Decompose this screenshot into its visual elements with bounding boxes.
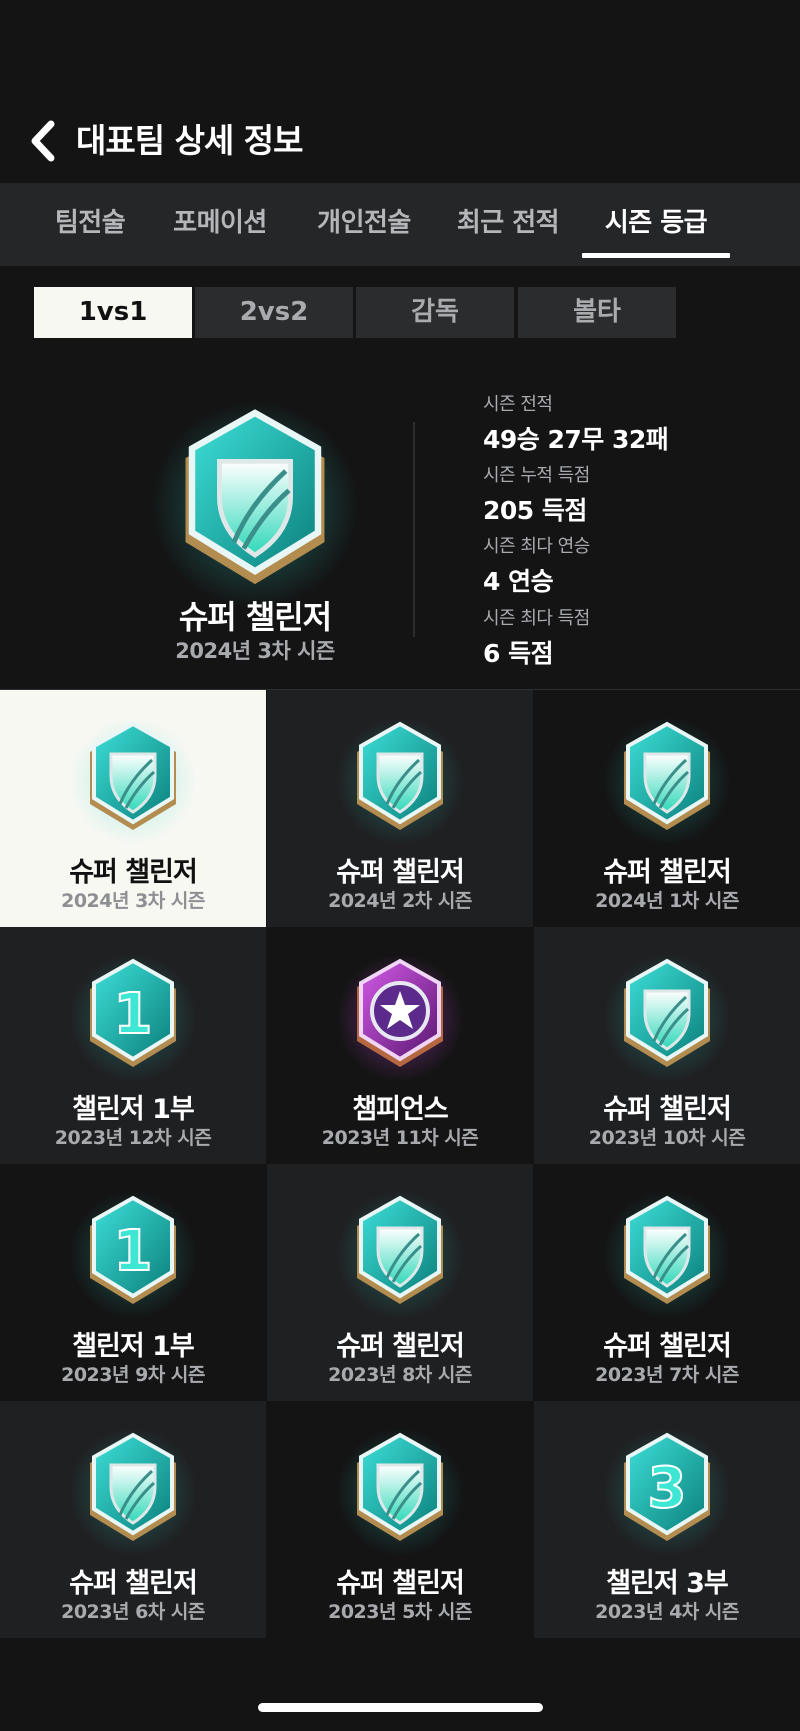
subtab-1vs1[interactable]: 1vs1 xyxy=(34,287,192,338)
stat-goals-label: 시즌 누적 득점 xyxy=(483,465,590,486)
challenger-badge-icon: 1 xyxy=(69,1191,197,1319)
card-season-label: 2023년 11차 시즌 xyxy=(321,1127,479,1149)
card-season-label: 2024년 1차 시즌 xyxy=(595,890,739,912)
current-rank-name: 슈퍼 챌린저 xyxy=(178,598,332,636)
season-history-card[interactable]: 슈퍼 챌린저 2024년 2차 시즌 xyxy=(267,690,533,927)
card-rank-name: 슈퍼 챌린저 xyxy=(603,857,732,888)
super-challenger-badge-icon xyxy=(603,1191,731,1319)
stat-record-value: 49승 27무 32패 xyxy=(483,425,669,454)
season-history-card[interactable]: 1 챌린저 1부 2023년 9차 시즌 xyxy=(0,1164,266,1401)
super-challenger-badge-icon xyxy=(69,717,197,845)
super-challenger-badge-icon xyxy=(603,717,731,845)
card-season-label: 2023년 4차 시즌 xyxy=(595,1601,739,1623)
card-season-label: 2024년 3차 시즌 xyxy=(61,890,205,912)
card-rank-name: 슈퍼 챌린저 xyxy=(336,1568,465,1599)
season-history-card[interactable]: 슈퍼 챌린저 2023년 10차 시즌 xyxy=(534,927,800,1164)
super-challenger-badge-icon xyxy=(336,717,464,845)
svg-text:3: 3 xyxy=(648,1456,687,1521)
challenger-badge-icon: 3 xyxy=(603,1428,731,1556)
super-challenger-badge-icon xyxy=(336,1428,464,1556)
super-challenger-badge-icon xyxy=(336,1191,464,1319)
season-history-card[interactable]: 슈퍼 챌린저 2024년 1차 시즌 xyxy=(534,690,800,927)
challenger-badge-icon: 1 xyxy=(69,954,197,1082)
back-button[interactable] xyxy=(22,114,62,168)
stat-max-goals-label: 시즌 최다 득점 xyxy=(483,608,590,629)
tab-team-tactics[interactable]: 팀전술 xyxy=(38,183,142,266)
card-season-label: 2023년 7차 시즌 xyxy=(595,1364,739,1386)
card-rank-name: 슈퍼 챌린저 xyxy=(69,857,198,888)
season-history-card[interactable]: 1 챌린저 1부 2023년 12차 시즌 xyxy=(0,927,266,1164)
card-rank-name: 슈퍼 챌린저 xyxy=(603,1331,732,1362)
page-title: 대표팀 상세 정보 xyxy=(76,121,303,160)
current-season-summary: 슈퍼 챌린저 2024년 3차 시즌 시즌 전적 49승 27무 32패 시즌 … xyxy=(0,360,800,690)
card-season-label: 2023년 10차 시즌 xyxy=(588,1127,746,1149)
divider xyxy=(413,422,415,637)
super-challenger-badge-icon xyxy=(69,1428,197,1556)
card-rank-name: 슈퍼 챌린저 xyxy=(336,1331,465,1362)
subtab-volta[interactable]: 볼타 xyxy=(518,287,676,338)
active-tab-indicator xyxy=(582,253,730,258)
home-indicator xyxy=(258,1703,543,1712)
stat-win-streak-value: 4 연승 xyxy=(483,567,554,596)
card-rank-name: 슈퍼 챌린저 xyxy=(336,857,465,888)
season-history-card[interactable]: 슈퍼 챌린저 2023년 6차 시즌 xyxy=(0,1401,266,1638)
season-history-card[interactable]: 슈퍼 챌린저 2023년 7차 시즌 xyxy=(534,1164,800,1401)
super-challenger-badge-icon xyxy=(151,401,359,609)
card-season-label: 2023년 12차 시즌 xyxy=(54,1127,212,1149)
stat-goals-value: 205 득점 xyxy=(483,496,587,525)
stat-record-label: 시즌 전적 xyxy=(483,394,553,415)
svg-text:1: 1 xyxy=(114,1219,153,1284)
card-season-label: 2024년 2차 시즌 xyxy=(328,890,472,912)
tab-individual-tactics[interactable]: 개인전술 xyxy=(304,183,424,266)
card-rank-name: 챌린저 3부 xyxy=(606,1568,729,1599)
current-season-label: 2024년 3차 시즌 xyxy=(175,639,335,663)
subtab-manager[interactable]: 감독 xyxy=(356,287,514,338)
card-season-label: 2023년 8차 시즌 xyxy=(328,1364,472,1386)
season-history-card[interactable]: 챔피언스 2023년 11차 시즌 xyxy=(267,927,533,1164)
card-season-label: 2023년 6차 시즌 xyxy=(61,1601,205,1623)
tab-recent-record[interactable]: 최근 전적 xyxy=(448,183,568,266)
card-rank-name: 챌린저 1부 xyxy=(72,1094,195,1125)
card-rank-name: 슈퍼 챌린저 xyxy=(69,1568,198,1599)
chevron-left-icon xyxy=(31,120,55,162)
subtab-2vs2[interactable]: 2vs2 xyxy=(195,287,353,338)
champions-badge-icon xyxy=(336,954,464,1082)
season-history-card[interactable]: 슈퍼 챌린저 2024년 3차 시즌 xyxy=(0,690,266,927)
tab-formation[interactable]: 포메이션 xyxy=(160,183,280,266)
card-season-label: 2023년 9차 시즌 xyxy=(61,1364,205,1386)
stat-max-goals-value: 6 득점 xyxy=(483,639,554,668)
card-rank-name: 챌린저 1부 xyxy=(72,1331,195,1362)
card-rank-name: 슈퍼 챌린저 xyxy=(603,1094,732,1125)
season-history-card[interactable]: 슈퍼 챌린저 2023년 8차 시즌 xyxy=(267,1164,533,1401)
stat-win-streak-label: 시즌 최다 연승 xyxy=(483,536,590,557)
season-history-card[interactable]: 슈퍼 챌린저 2023년 5차 시즌 xyxy=(267,1401,533,1638)
season-history-card[interactable]: 3 챌린저 3부 2023년 4차 시즌 xyxy=(534,1401,800,1638)
super-challenger-badge-icon xyxy=(603,954,731,1082)
card-rank-name: 챔피언스 xyxy=(352,1094,448,1125)
svg-text:1: 1 xyxy=(114,982,153,1047)
card-season-label: 2023년 5차 시즌 xyxy=(328,1601,472,1623)
header: 대표팀 상세 정보 xyxy=(0,0,800,183)
